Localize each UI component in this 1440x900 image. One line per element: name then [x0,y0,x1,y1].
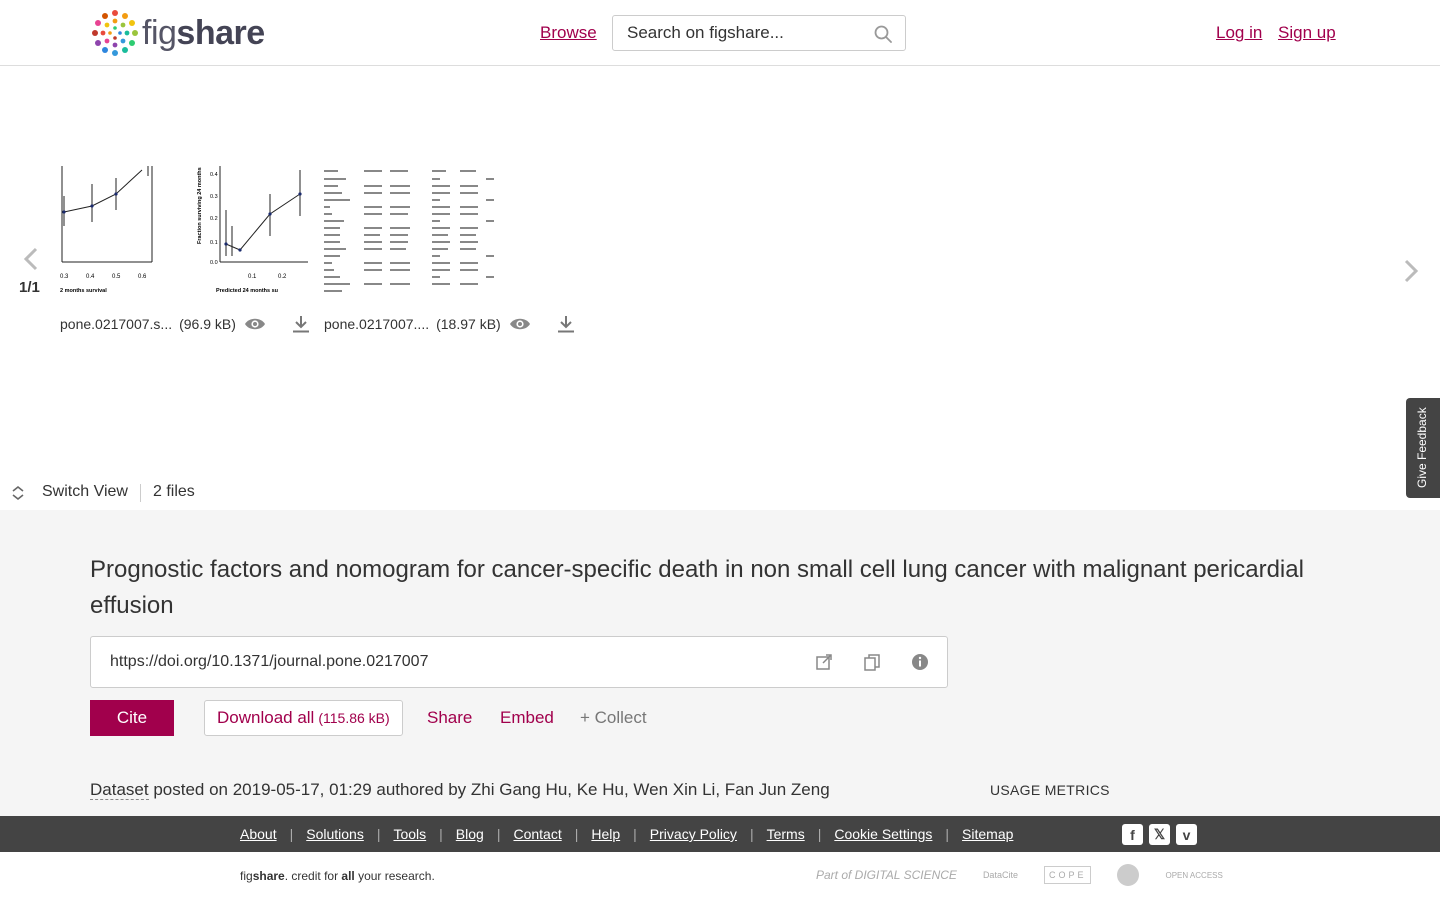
partner-logos: Part of DIGITAL SCIENCE DataCite COPE OP… [816,864,1249,886]
footer-bar: About | Solutions | Tools | Blog | Contact | … [0,816,1440,852]
info-icon[interactable] [911,653,929,671]
thumb2-ytick: 0.3 [210,194,218,200]
footer-link-solutions[interactable]: Solutions [306,826,364,842]
file-meta-1: pone.0217007.s... (96.9 kB) [60,315,310,333]
thumb2-xlabel: Predicted 24 months su [216,288,278,294]
separator: | [439,826,443,842]
footer-link-privacy[interactable]: Privacy Policy [650,826,737,842]
footer-link-about[interactable]: About [240,826,277,842]
thumb2-xtick: 0.1 [248,274,257,280]
separator: | [496,826,501,842]
expand-collapse-icon[interactable] [10,485,26,501]
search-input[interactable] [613,23,863,43]
file-thumbnail-2[interactable]: pone.0217007.... (18.97 kB) [324,166,574,333]
separator: | [749,826,754,842]
thumb1-xtick: 0.3 [60,274,69,280]
thumb1-xtick: 0.6 [138,274,147,280]
thumb2-ylabel: Fraction surviving 24 months [197,167,203,244]
embed-button[interactable]: Embed [500,708,554,728]
figshare-wordmark: figshare [142,13,265,52]
download-all-label: Download all [217,708,315,727]
chevron-left-icon[interactable] [20,246,42,272]
login-link[interactable]: Log in [1216,23,1262,43]
switch-view-button[interactable]: Switch View [42,483,128,501]
download-icon[interactable] [557,315,575,333]
thumb2-ytick: 0.4 [210,172,218,178]
footer-links: About | Solutions | Tools | Blog | Contact | … [240,826,1013,842]
footer-link-cookie-settings[interactable]: Cookie Settings [834,826,932,842]
seal-logo-icon[interactable] [1117,864,1140,886]
separator: | [817,826,822,842]
posted-info: Dataset posted on 2019-05-17, 01:29 auth… [90,780,830,800]
social-links: f 𝕏 v [1122,824,1203,845]
download-icon[interactable] [292,315,310,333]
footer-credit: figshare. credit for all your research. [240,869,435,883]
download-all-size: (115.86 kB) [318,710,390,726]
download-all-button[interactable]: Download all (115.86 kB) [204,700,403,736]
thumb1-xtick: 0.5 [112,274,121,280]
file-name[interactable]: pone.0217007.s... [60,316,172,332]
figshare-logo-icon [92,10,138,56]
vimeo-icon[interactable]: v [1176,824,1197,845]
figshare-logo[interactable]: figshare [90,8,265,58]
footer-link-contact[interactable]: Contact [513,826,561,842]
footer-link-terms[interactable]: Terms [767,826,805,842]
external-link-icon[interactable] [815,653,833,671]
thumb2-ytick: 0.2 [210,216,218,222]
facebook-icon[interactable]: f [1122,824,1143,845]
item-details: Prognostic factors and nomogram for canc… [0,510,1440,816]
thumb2-ytick: 0.1 [210,240,218,246]
footer-bottom: figshare. credit for all your research. … [0,852,1440,900]
collect-button[interactable]: + Collect [580,708,647,728]
posted-text: posted on 2019-05-17, 01:29 authored by … [148,780,830,799]
file-thumbnail-1[interactable]: 0.3 0.4 0.5 0.6 2 months survival 0.0 0.… [60,166,309,333]
separator: | [633,826,637,842]
files-count: 2 files [153,483,195,500]
separator: | [574,826,579,842]
file-meta-2: pone.0217007.... (18.97 kB) [324,315,575,333]
separator: | [289,826,294,842]
separator: | [376,826,381,842]
footer-link-tools[interactable]: Tools [393,826,426,842]
file-size: (18.97 kB) [436,316,501,332]
copy-icon[interactable] [863,653,881,671]
footer-link-sitemap[interactable]: Sitemap [962,826,1013,842]
thumbnail-table-2 [324,166,572,296]
file-size: (96.9 kB) [179,316,236,332]
give-feedback-label: Give Feedback [1415,407,1429,488]
eye-icon[interactable] [509,316,531,332]
thumb2-ytick: 0.0 [210,260,218,266]
carousel-page-count: 1/1 [19,279,40,296]
item-type-link[interactable]: Dataset [90,780,149,800]
usage-metrics-heading: USAGE METRICS [990,782,1110,798]
open-access-logo[interactable]: OPEN ACCESS [1165,871,1222,880]
search-box [612,15,906,51]
share-button[interactable]: Share [427,708,472,728]
search-icon[interactable] [873,24,893,44]
x-twitter-icon[interactable]: 𝕏 [1149,824,1170,845]
doi-link[interactable]: https://doi.org/10.1371/journal.pone.021… [110,653,428,671]
separator: | [945,826,950,842]
cope-logo[interactable]: COPE [1043,866,1092,884]
eye-icon[interactable] [244,316,266,332]
digital-science-logo[interactable]: Part of DIGITAL SCIENCE [816,868,957,882]
doi-box: https://doi.org/10.1371/journal.pone.021… [90,636,948,688]
cite-button[interactable]: Cite [90,700,174,736]
signup-link[interactable]: Sign up [1278,23,1336,43]
item-title: Prognostic factors and nomogram for canc… [90,556,1304,619]
datacite-logo[interactable]: DataCite [983,870,1018,880]
thumb1-xtick: 0.4 [86,274,95,280]
site-header: figshare Browse Log in Sign up [0,0,1440,66]
footer-link-help[interactable]: Help [591,826,620,842]
browse-link[interactable]: Browse [540,23,597,43]
switch-view-bar: Switch View 2 files [0,478,1440,510]
footer-link-blog[interactable]: Blog [456,826,484,842]
file-name[interactable]: pone.0217007.... [324,316,429,332]
divider [140,484,141,502]
chevron-right-icon[interactable] [1400,258,1422,284]
thumbnail-plot-1: 0.3 0.4 0.5 0.6 2 months survival 0.0 0.… [60,166,308,294]
thumb1-xlabel: 2 months survival [60,288,107,294]
thumb2-xtick: 0.2 [278,274,287,280]
